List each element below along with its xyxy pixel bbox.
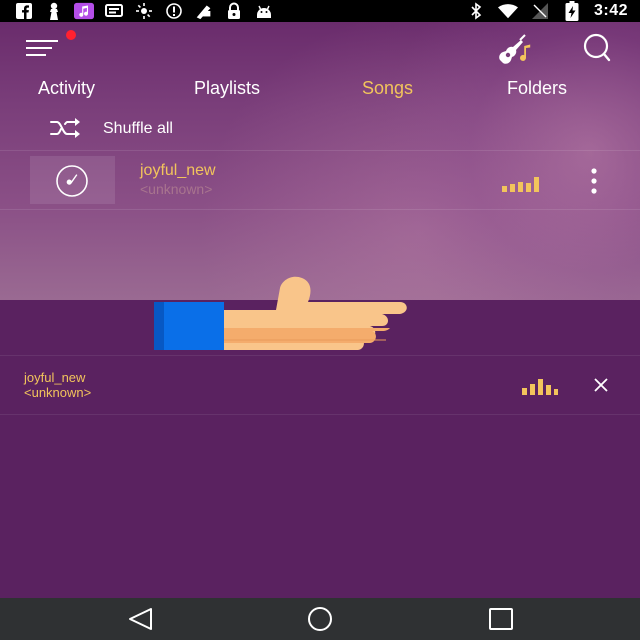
clock: 3:42 — [593, 2, 628, 19]
recents-icon[interactable] — [484, 606, 518, 632]
figure-icon — [44, 2, 64, 20]
guitar-icon[interactable] — [496, 34, 536, 66]
lock-icon — [224, 2, 244, 20]
now-playing-equalizer-icon — [520, 376, 560, 396]
android-icon — [254, 2, 274, 20]
shuffle-all-label: Shuffle all — [103, 120, 173, 137]
bluetooth-icon — [466, 2, 486, 20]
more-options-icon[interactable] — [582, 167, 606, 195]
song-list-item[interactable]: joyful_new <unknown> — [0, 150, 640, 210]
now-playing-bar[interactable]: joyful_new <unknown> — [0, 355, 640, 415]
tab-songs[interactable]: Songs — [362, 78, 413, 99]
shuffle-all-button[interactable]: Shuffle all — [0, 106, 640, 150]
status-bar: 3:42 — [0, 0, 640, 22]
home-icon[interactable] — [303, 606, 337, 632]
song-artist: <unknown> — [140, 181, 213, 197]
now-playing-title: joyful_new — [24, 370, 86, 385]
facebook-icon — [14, 2, 34, 20]
fax-icon — [194, 2, 214, 20]
battery-charging-icon — [562, 1, 582, 21]
shuffle-icon — [50, 118, 82, 138]
music-app-icon — [74, 2, 94, 20]
tab-folders[interactable]: Folders — [507, 78, 567, 99]
no-signal-icon — [530, 2, 550, 20]
tab-activity[interactable]: Activity — [38, 78, 95, 99]
album-art-thumbnail — [30, 156, 115, 204]
menu-button[interactable] — [26, 36, 58, 60]
equalizer-icon — [502, 173, 540, 193]
back-icon[interactable] — [124, 606, 158, 632]
brightness-icon — [134, 2, 154, 20]
music-disc-icon — [56, 165, 88, 197]
system-navigation-bar — [0, 598, 640, 640]
tab-bar: Activity Playlists Songs Folders — [0, 74, 640, 104]
song-title: joyful_new — [140, 162, 216, 179]
search-icon[interactable] — [578, 32, 614, 66]
notification-dot — [66, 30, 76, 40]
tab-playlists[interactable]: Playlists — [194, 78, 260, 99]
wifi-icon — [497, 2, 518, 20]
notification-icon — [104, 2, 124, 20]
app-toolbar — [0, 22, 640, 74]
thumbs-up-hand-icon — [150, 276, 410, 356]
close-icon[interactable] — [588, 372, 614, 398]
info-icon — [164, 2, 184, 20]
now-playing-artist: <unknown> — [24, 385, 92, 400]
